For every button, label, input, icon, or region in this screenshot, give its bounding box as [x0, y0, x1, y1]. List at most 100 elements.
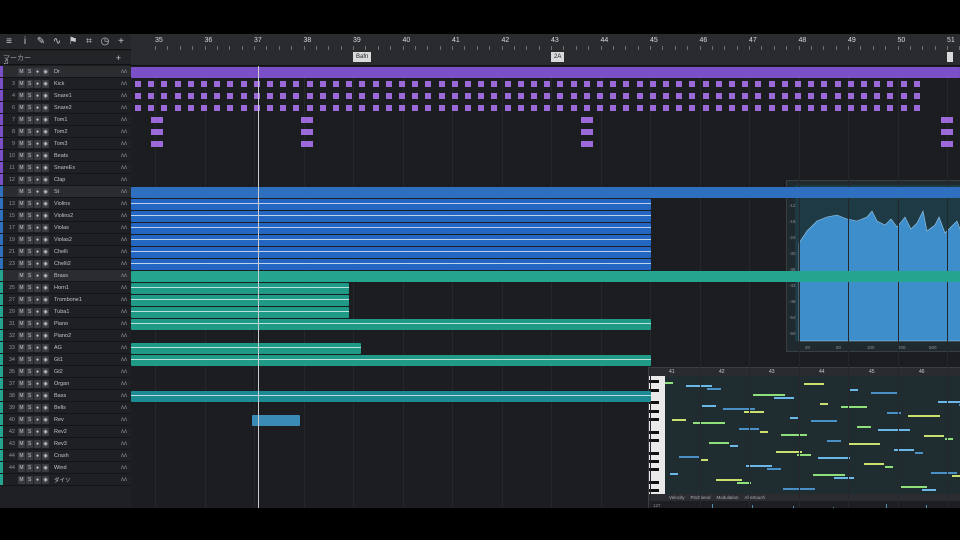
- record-button[interactable]: ●: [34, 391, 41, 400]
- drum-hit[interactable]: [676, 105, 683, 111]
- drum-hit[interactable]: [135, 81, 141, 87]
- drum-hit[interactable]: [267, 105, 273, 111]
- record-button[interactable]: ●: [34, 235, 41, 244]
- track-name[interactable]: Rev3: [54, 441, 94, 447]
- drum-hit[interactable]: [874, 93, 881, 99]
- drum-hit[interactable]: [834, 81, 841, 87]
- drum-hit[interactable]: [742, 93, 749, 99]
- mute-button[interactable]: M: [18, 235, 25, 244]
- automation-icon[interactable]: ʌʌ: [121, 237, 127, 243]
- drum-hit[interactable]: [399, 81, 405, 87]
- mute-button[interactable]: M: [18, 295, 25, 304]
- track-name[interactable]: Organ: [54, 381, 94, 387]
- note-icon[interactable]: ♫: [3, 57, 9, 66]
- drum-hit[interactable]: [544, 93, 551, 99]
- drum-hit[interactable]: [729, 93, 735, 99]
- track-name[interactable]: Beats: [54, 153, 94, 159]
- drum-hit[interactable]: [676, 93, 683, 99]
- automation-icon[interactable]: ʌʌ: [121, 297, 127, 303]
- drum-hit[interactable]: [174, 105, 181, 111]
- monitor-button[interactable]: ◉: [42, 187, 49, 196]
- track-header[interactable]: 29 M S ● ◉ Tuba1 ʌʌ: [0, 306, 131, 318]
- midi-note[interactable]: [774, 397, 794, 399]
- automation-icon[interactable]: ʌʌ: [121, 321, 127, 327]
- folder-clip[interactable]: [131, 66, 960, 78]
- solo-button[interactable]: S: [26, 403, 33, 412]
- solo-button[interactable]: S: [26, 307, 33, 316]
- grid-icon[interactable]: ⌗: [82, 35, 96, 49]
- drum-hit[interactable]: [570, 93, 577, 99]
- monitor-button[interactable]: ◉: [42, 151, 49, 160]
- midi-note[interactable]: [767, 468, 781, 470]
- menu-icon[interactable]: ≡: [2, 35, 16, 49]
- track-header[interactable]: 25 M S ● ◉ Horn1 ʌʌ: [0, 282, 131, 294]
- drum-hit[interactable]: [151, 117, 163, 123]
- solo-button[interactable]: S: [26, 187, 33, 196]
- drum-hit[interactable]: [702, 105, 709, 111]
- solo-button[interactable]: S: [26, 247, 33, 256]
- drum-hit[interactable]: [227, 93, 234, 99]
- solo-button[interactable]: S: [26, 271, 33, 280]
- automation-icon[interactable]: ʌʌ: [121, 189, 127, 195]
- drum-hit[interactable]: [267, 93, 273, 99]
- drum-hit[interactable]: [795, 81, 801, 87]
- drum-hit[interactable]: [729, 105, 735, 111]
- drum-hit[interactable]: [465, 93, 471, 99]
- drum-hit[interactable]: [465, 105, 471, 111]
- automation-icon[interactable]: ʌʌ: [121, 429, 127, 435]
- track-name[interactable]: ダイソ: [54, 476, 94, 484]
- audio-clip[interactable]: [131, 294, 349, 306]
- drum-hit[interactable]: [491, 105, 498, 111]
- solo-button[interactable]: S: [26, 103, 33, 112]
- drum-hit[interactable]: [781, 81, 788, 87]
- automation-icon[interactable]: ʌʌ: [121, 177, 127, 183]
- record-button[interactable]: ●: [34, 67, 41, 76]
- automation-icon[interactable]: ʌʌ: [121, 477, 127, 483]
- automation-icon[interactable]: ʌʌ: [121, 465, 127, 471]
- drum-hit[interactable]: [861, 105, 867, 111]
- track-name[interactable]: Piano2: [54, 333, 94, 339]
- automation-icon[interactable]: ʌʌ: [121, 261, 127, 267]
- drum-hit[interactable]: [174, 81, 181, 87]
- audio-clip[interactable]: [131, 258, 651, 270]
- drum-hit[interactable]: [293, 93, 300, 99]
- drum-hit[interactable]: [161, 93, 168, 99]
- drum-hit[interactable]: [174, 93, 181, 99]
- controller-tab[interactable]: Aftertouch: [745, 495, 766, 500]
- solo-button[interactable]: S: [26, 151, 33, 160]
- automation-icon[interactable]: ʌʌ: [121, 333, 127, 339]
- drum-hit[interactable]: [755, 81, 762, 87]
- drum-hit[interactable]: [900, 105, 907, 111]
- drum-hit[interactable]: [808, 81, 815, 87]
- record-button[interactable]: ●: [34, 319, 41, 328]
- drum-hit[interactable]: [544, 105, 551, 111]
- solo-button[interactable]: S: [26, 175, 33, 184]
- track-name[interactable]: Violas2: [54, 237, 94, 243]
- track-header[interactable]: 31 M S ● ◉ Piano ʌʌ: [0, 318, 131, 330]
- record-button[interactable]: ●: [34, 463, 41, 472]
- drum-hit[interactable]: [187, 105, 194, 111]
- drum-hit[interactable]: [834, 105, 841, 111]
- mute-button[interactable]: M: [18, 79, 25, 88]
- record-button[interactable]: ●: [34, 115, 41, 124]
- drum-hit[interactable]: [148, 81, 155, 87]
- monitor-button[interactable]: ◉: [42, 331, 49, 340]
- mute-button[interactable]: M: [18, 427, 25, 436]
- track-name[interactable]: SnareEx: [54, 165, 94, 171]
- drum-hit[interactable]: [663, 93, 669, 99]
- track-name[interactable]: Wind: [54, 465, 94, 471]
- drum-hit[interactable]: [768, 81, 775, 87]
- record-button[interactable]: ●: [34, 403, 41, 412]
- drum-hit[interactable]: [531, 105, 537, 111]
- record-button[interactable]: ●: [34, 451, 41, 460]
- solo-button[interactable]: S: [26, 355, 33, 364]
- drum-hit[interactable]: [715, 81, 722, 87]
- drum-hit[interactable]: [438, 93, 445, 99]
- audio-clip[interactable]: [131, 390, 651, 402]
- record-button[interactable]: ●: [34, 439, 41, 448]
- drum-hit[interactable]: [280, 93, 287, 99]
- solo-button[interactable]: S: [26, 199, 33, 208]
- drum-hit[interactable]: [702, 93, 709, 99]
- drum-hit[interactable]: [438, 81, 445, 87]
- solo-button[interactable]: S: [26, 379, 33, 388]
